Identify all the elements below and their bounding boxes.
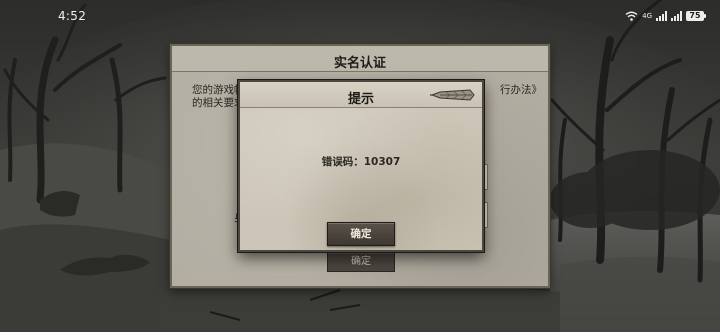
auth-desc-line1-end: 行办法》	[500, 84, 542, 96]
signal-strength-icon-2	[671, 11, 682, 21]
network-type-label: 4G	[642, 11, 652, 20]
auth-desc-line1-start: 您的游戏帐	[192, 84, 245, 96]
status-time: 4:52	[58, 9, 87, 23]
wifi-icon	[625, 11, 638, 21]
real-name-auth-title: 实名认证	[333, 56, 386, 71]
alert-dialog: 提示 错误码：10307 确定	[238, 80, 484, 252]
auth-confirm-button[interactable]: 确定	[327, 252, 395, 272]
real-name-auth-title-bar: 实名认证	[172, 46, 548, 72]
signal-strength-icon	[656, 11, 667, 21]
alert-error-message: 错误码：10307	[321, 156, 401, 168]
status-bar: 4:52 4G 75	[0, 0, 720, 28]
alert-title-bar: 提示	[240, 82, 482, 108]
status-icons: 4G 75	[625, 10, 706, 22]
quill-pen-icon	[430, 89, 475, 101]
alert-confirm-button[interactable]: 确定	[327, 222, 395, 246]
battery-icon: 75	[686, 11, 706, 21]
